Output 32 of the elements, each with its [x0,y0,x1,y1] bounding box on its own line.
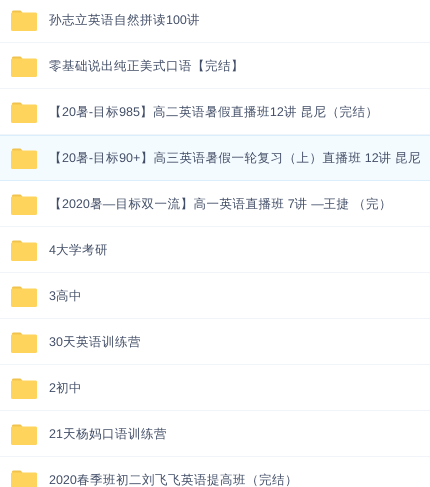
folder-icon [11,194,37,214]
folder-icon [11,332,37,352]
folder-row[interactable]: 2020春季班初二刘飞飞英语提高班（完结） [0,457,430,487]
folder-icon [11,102,37,122]
folder-row[interactable]: 2初中 [0,365,430,411]
folder-name: 【20暑-目标90+】高三英语暑假一轮复习（上）直播班 12讲 昆尼 [49,150,422,166]
folder-icon [11,378,37,398]
folder-name: 【2020暑—目标双一流】高一英语直播班 7讲 —王捷 （完） [49,196,392,212]
folder-icon [11,470,37,487]
folder-name: 孙志立英语自然拼读100讲 [49,12,200,28]
folder-icon [11,10,37,30]
folder-name: 30天英语训练营 [49,334,141,350]
folder-icon [11,286,37,306]
folder-icon [11,56,37,76]
folder-name: 【20暑-目标985】高二英语暑假直播班12讲 昆尼（完结） [49,104,378,120]
folder-row[interactable]: 30天英语训练营 [0,319,430,365]
folder-row[interactable]: 【20暑-目标90+】高三英语暑假一轮复习（上）直播班 12讲 昆尼 [0,135,430,181]
folder-icon [11,148,37,168]
folder-row[interactable]: 4大学考研 [0,227,430,273]
folder-icon [11,424,37,444]
folder-name: 零基础说出纯正美式口语【完结】 [49,58,244,74]
folder-name: 2初中 [49,380,82,396]
folder-name: 3高中 [49,288,82,304]
folder-row[interactable]: 3高中 [0,273,430,319]
folder-row[interactable]: 【2020暑—目标双一流】高一英语直播班 7讲 —王捷 （完） [0,181,430,227]
folder-row[interactable]: 孙志立英语自然拼读100讲 [0,0,430,43]
folder-name: 4大学考研 [49,242,108,258]
folder-name: 2020春季班初二刘飞飞英语提高班（完结） [49,472,298,487]
folder-row[interactable]: 21天杨妈口语训练营 [0,411,430,457]
folder-icon [11,240,37,260]
folder-row[interactable]: 零基础说出纯正美式口语【完结】 [0,43,430,89]
folder-name: 21天杨妈口语训练营 [49,426,167,442]
